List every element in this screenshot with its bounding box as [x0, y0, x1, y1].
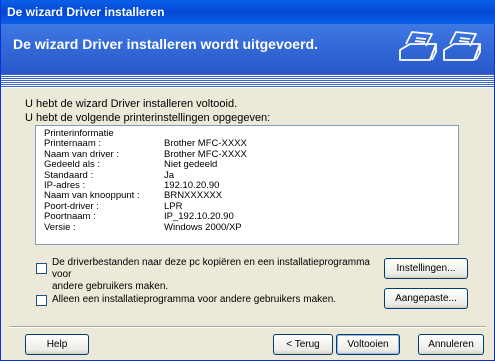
custom-button[interactable]: Aangepaste... — [384, 288, 468, 309]
info-label: Poortnaam : — [44, 211, 96, 223]
info-row: Naam van knooppunt : BRNXXXXXX — [44, 190, 450, 202]
wizard-banner: De wizard Driver installeren wordt uitge… — [1, 24, 494, 74]
banner-title: De wizard Driver installeren wordt uitge… — [13, 36, 318, 52]
info-row: Poortnaam : IP_192.10.20.90 — [44, 211, 450, 223]
printer-info-list[interactable]: Printerinformatie Printernaam : Brother M… — [35, 125, 459, 245]
info-label: Versie : — [44, 221, 76, 233]
settings-button[interactable]: Instellingen... — [384, 258, 468, 279]
footer-separator — [9, 326, 486, 328]
info-value: 192.10.20.90 — [164, 179, 220, 191]
cancel-button[interactable]: Annuleren — [418, 334, 484, 355]
copy-driver-label: De driverbestanden naar deze pc kopiëren… — [52, 257, 372, 293]
window-title: De wizard Driver installeren — [1, 0, 495, 24]
copy-driver-checkbox[interactable] — [36, 263, 47, 274]
info-header: Printerinformatie — [44, 128, 114, 139]
printer-icon — [399, 31, 481, 61]
copy-driver-label-line2: andere gebruikers maken. — [52, 281, 169, 292]
completed-text: U hebt de wizard Driver installeren volt… — [25, 98, 238, 110]
info-value: IP_192.10.20.90 — [164, 211, 234, 223]
info-row: Poort-driver : LPR — [44, 200, 450, 212]
info-row: Gedeeld als : Niet gedeeld — [44, 159, 450, 171]
copy-driver-label-line1: De driverbestanden naar deze pc kopiëren… — [52, 257, 370, 280]
info-row: Naam van driver : Brother MFC-XXXX — [44, 148, 450, 160]
info-value: Brother MFC-XXXX — [164, 148, 247, 160]
info-value: LPR — [164, 200, 183, 212]
back-button[interactable]: < Terug — [273, 334, 333, 355]
installer-only-checkbox[interactable] — [36, 295, 47, 306]
info-value: Niet gedeeld — [164, 159, 218, 171]
info-value: BRNXXXXXX — [164, 190, 223, 202]
info-row: Standaard : Ja — [44, 169, 450, 181]
settings-heading: U hebt de volgende printerinstellingen o… — [25, 112, 271, 124]
info-row: Versie : Windows 2000/XP — [44, 221, 450, 233]
installer-only-label: Alleen een installatieprogramma voor and… — [52, 294, 337, 305]
banner-stripes — [1, 74, 494, 88]
info-value: Windows 2000/XP — [164, 221, 242, 233]
help-button[interactable]: Help — [25, 334, 89, 355]
finish-button[interactable]: Voltooien — [336, 334, 400, 355]
info-value: Brother MFC-XXXX — [164, 138, 247, 150]
wizard-window: De wizard Driver installeren De wizard D… — [0, 0, 495, 361]
info-value: Ja — [164, 169, 175, 181]
